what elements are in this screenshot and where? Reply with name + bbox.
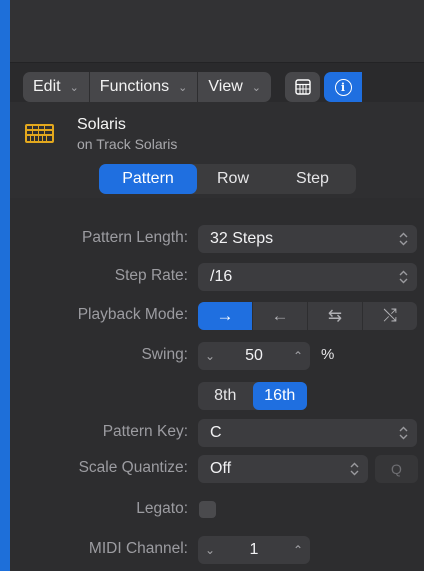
resolution-16th-button[interactable]: 16th — [252, 382, 307, 410]
step-rate-select[interactable]: /16 — [198, 263, 417, 291]
tab-step[interactable]: Step — [269, 164, 356, 194]
functions-menu-label: Functions — [99, 78, 170, 95]
swing-resolution-control: 8th 16th — [198, 382, 307, 410]
step-grid-icon — [294, 79, 311, 95]
updown-chevron-icon — [399, 426, 408, 440]
chevron-down-icon: ⌄ — [178, 81, 188, 94]
forward-arrow-icon[interactable]: → — [198, 302, 253, 330]
inspector-tabs: Pattern Row Step — [99, 164, 356, 194]
chevron-up-icon[interactable]: ⌃ — [286, 543, 310, 557]
edit-menu-label: Edit — [33, 78, 61, 95]
chevron-down-icon[interactable]: ⌄ — [198, 543, 222, 557]
step-rate-value: /16 — [210, 268, 233, 285]
region-track: on Track Solaris — [77, 136, 178, 152]
pattern-key-select[interactable]: C — [198, 419, 417, 447]
swing-label: Swing: — [141, 346, 188, 363]
pattern-key-value: C — [210, 424, 222, 441]
random-icon[interactable]: ⤭ — [363, 302, 417, 330]
ping-pong-icon[interactable]: ⇆ — [308, 302, 363, 330]
chevron-down-icon: ⌄ — [69, 81, 79, 94]
pattern-length-select[interactable]: 32 Steps — [198, 225, 417, 253]
updown-chevron-icon — [399, 270, 408, 284]
swing-unit: % — [321, 346, 335, 363]
chevron-down-icon: ⌄ — [251, 81, 261, 94]
step-grid-button[interactable] — [285, 72, 320, 102]
updown-chevron-icon — [399, 232, 408, 246]
pattern-length-label: Pattern Length: — [82, 229, 188, 246]
step-rate-label: Step Rate: — [114, 267, 188, 284]
resolution-8th-button[interactable]: 8th — [198, 382, 253, 410]
midi-channel-label: MIDI Channel: — [88, 540, 188, 557]
step-sequencer-pattern-icon — [25, 124, 54, 143]
reverse-arrow-icon[interactable]: ← — [253, 302, 308, 330]
tab-row[interactable]: Row — [197, 164, 269, 194]
region-name: Solaris — [77, 116, 126, 133]
midi-channel-value[interactable]: 1 — [222, 541, 286, 559]
scale-quantize-select[interactable]: Off — [198, 455, 368, 483]
scale-quantize-value: Off — [210, 460, 232, 477]
playback-mode-control: → ← ⇆ ⤭ — [198, 302, 417, 330]
chevron-down-icon[interactable]: ⌄ — [198, 349, 222, 363]
inspector-panel: Edit ⌄ Functions ⌄ View ⌄ i Solaris on T… — [10, 0, 424, 571]
legato-checkbox[interactable] — [199, 501, 216, 518]
scale-quantize-q-button[interactable]: Q — [375, 455, 418, 483]
scale-quantize-label: Scale Quantize: — [78, 459, 188, 476]
window-accent-edge — [0, 0, 10, 571]
inspector-toggle-button[interactable]: i — [324, 72, 362, 102]
title-bar — [10, 0, 424, 63]
midi-channel-stepper: ⌄ 1 ⌃ — [198, 536, 310, 564]
swing-value[interactable]: 50 — [222, 347, 286, 365]
view-menu[interactable]: View ⌄ — [198, 72, 271, 102]
updown-chevron-icon — [350, 462, 359, 476]
legato-label: Legato: — [136, 500, 188, 517]
swing-stepper: ⌄ 50 ⌃ — [198, 342, 310, 370]
info-icon: i — [334, 78, 352, 96]
pattern-key-label: Pattern Key: — [102, 423, 188, 440]
chevron-up-icon[interactable]: ⌃ — [286, 349, 310, 363]
tab-pattern[interactable]: Pattern — [99, 164, 197, 194]
functions-menu[interactable]: Functions ⌄ — [90, 72, 199, 102]
menu-group: Edit ⌄ Functions ⌄ View ⌄ — [23, 72, 271, 102]
edit-menu[interactable]: Edit ⌄ — [23, 72, 90, 102]
pattern-length-value: 32 Steps — [210, 230, 274, 247]
view-menu-label: View — [208, 78, 243, 95]
playback-mode-label: Playback Mode: — [77, 306, 188, 323]
toolbar: Edit ⌄ Functions ⌄ View ⌄ i — [23, 72, 362, 102]
